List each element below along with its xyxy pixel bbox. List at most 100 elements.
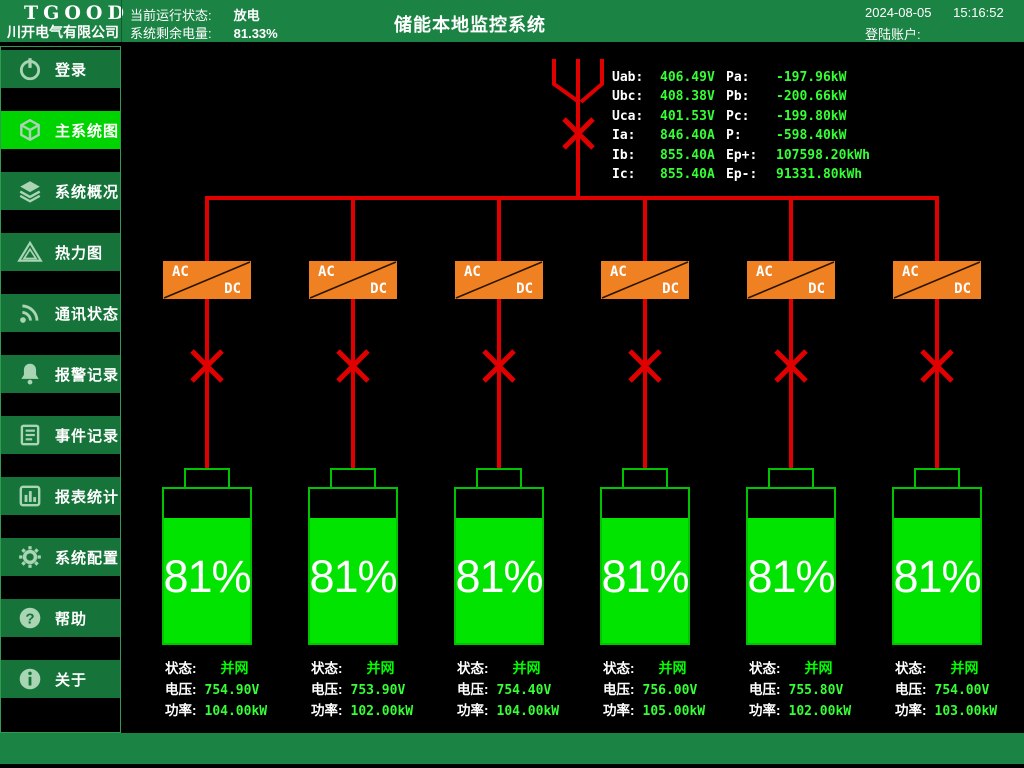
meas-value: 107598.20kWh — [776, 147, 870, 163]
run-status-value: 放电 — [233, 8, 260, 23]
battery-terminal — [914, 468, 960, 489]
battery-terminal — [622, 468, 668, 489]
converter-ac-label: AC — [318, 264, 335, 280]
stat-value: 102.00kW — [350, 704, 414, 719]
battery-gauge: 81% — [892, 487, 982, 645]
meas-label: Pa: — [726, 70, 750, 85]
sidebar-item-comm-status[interactable]: 通讯状态 — [1, 294, 120, 332]
battery-gauge: 81% — [162, 487, 252, 645]
sidebar-item-label: 帮助 — [55, 610, 88, 628]
sidebar-item-login[interactable]: 登录 — [1, 50, 120, 88]
meas-label: Ib: — [612, 147, 636, 163]
date-value: 2024-08-05 — [865, 5, 932, 20]
page-title: 储能本地监控系统 — [394, 15, 546, 35]
stat-value: 753.90V — [350, 683, 406, 698]
sidebar-item-label: 报表统计 — [55, 488, 120, 506]
sidebar-item-label: 热力图 — [55, 244, 104, 262]
meas-label: P: — [726, 128, 742, 144]
acdc-converter: AC DC — [309, 261, 397, 299]
stat-value: 104.00kW — [204, 704, 268, 719]
sidebar-item-main-diagram[interactable]: 主系统图 — [1, 111, 120, 149]
battery-terminal — [768, 468, 814, 489]
battery-stats: 状态: 并网 电压: 754.00V 功率: 103.00kW — [895, 657, 1024, 720]
converter-dc-label: DC — [662, 281, 679, 297]
stat-value: 756.00V — [642, 683, 698, 698]
gear-icon — [19, 546, 41, 568]
sidebar-item-event-records[interactable]: 事件记录 — [1, 416, 120, 454]
pyramid-icon — [17, 240, 43, 262]
converter-dc-label: DC — [370, 281, 387, 297]
stat-value: 并网 — [220, 660, 249, 676]
battery-stats: 状态: 并网 电压: 754.40V 功率: 104.00kW — [457, 657, 597, 720]
login-account-row: 登陆账户: — [865, 24, 921, 43]
run-status-label: 当前运行状态: — [130, 8, 212, 23]
stat-value: 103.00kW — [934, 704, 998, 719]
stat-value: 并网 — [804, 660, 833, 676]
system-soc-row: 系统剩余电量: 81.33% — [130, 23, 278, 42]
battery-soc-text: 81% — [893, 551, 981, 602]
company-name: 川开电气有限公司 — [7, 24, 119, 40]
stat-label: 电压: — [895, 682, 927, 697]
sidebar-item-alarm-records[interactable]: 报警记录 — [1, 355, 120, 393]
sidebar-item-about[interactable]: 关于 — [1, 660, 120, 698]
converter-dc-label: DC — [954, 281, 971, 297]
meas-label: Pb: — [726, 89, 750, 105]
converter-ac-label: AC — [610, 264, 627, 280]
meas-value: 855.40A — [660, 147, 715, 163]
stat-label: 状态: — [895, 661, 927, 676]
meas-value: 408.38V — [660, 89, 715, 105]
meas-value: -197.96kW — [776, 70, 847, 85]
stat-value: 754.40V — [496, 683, 552, 698]
stat-value: 755.80V — [788, 683, 844, 698]
converter-ac-label: AC — [464, 264, 481, 280]
header-divider — [121, 0, 122, 42]
stat-label: 电压: — [311, 682, 343, 697]
stat-label: 功率: — [749, 703, 781, 718]
battery-stats: 状态: 并网 电压: 753.90V 功率: 102.00kW — [311, 657, 451, 720]
battery-soc-text: 81% — [601, 551, 689, 602]
battery-gauge: 81% — [308, 487, 398, 645]
battery-soc-text: 81% — [747, 551, 835, 602]
stat-label: 功率: — [603, 703, 635, 718]
sidebar-item-system-overview[interactable]: 系统概况 — [1, 172, 120, 210]
stat-value: 并网 — [512, 660, 541, 676]
battery-stats: 状态: 并网 电压: 756.00V 功率: 105.00kW — [603, 657, 743, 720]
sidebar-item-heatmap[interactable]: 热力图 — [1, 233, 120, 271]
meas-label: Pc: — [726, 108, 750, 124]
bell-icon — [21, 363, 39, 385]
document-icon — [20, 424, 40, 446]
run-status-row: 当前运行状态: 放电 — [130, 5, 260, 24]
meas-label: Uab: — [612, 70, 644, 85]
login-account-label: 登陆账户: — [865, 27, 921, 42]
time-value: 15:16:52 — [953, 5, 1004, 20]
sidebar-item-help[interactable]: ? 帮助 — [1, 599, 120, 637]
stat-value: 并网 — [366, 660, 395, 676]
battery-soc-text: 81% — [309, 551, 397, 602]
acdc-converter: AC DC — [747, 261, 835, 299]
single-line-diagram: Uab: 406.49V Pa: -197.96kW Ubc: 408.38V Pb: -2… — [122, 42, 1024, 733]
battery-stats: 状态: 并网 电压: 754.90V 功率: 104.00kW — [165, 657, 305, 720]
stat-value: 并网 — [950, 660, 979, 676]
layers-icon — [19, 181, 41, 203]
diagram-wiring — [190, 59, 954, 472]
meas-value: -200.66kW — [776, 89, 847, 105]
stat-label: 状态: — [749, 661, 781, 676]
stat-label: 功率: — [165, 703, 197, 718]
stat-label: 电压: — [457, 682, 489, 697]
system-soc-value: 81.33% — [233, 26, 278, 41]
converter-dc-label: DC — [808, 281, 825, 297]
meas-label: Ep-: — [726, 167, 758, 183]
sidebar-item-label: 主系统图 — [55, 122, 120, 140]
battery-terminal — [476, 468, 522, 489]
sidebar-item-label: 登录 — [55, 61, 88, 79]
stat-label: 状态: — [457, 661, 489, 676]
meas-value: -199.80kW — [776, 108, 847, 124]
meas-label: Ic: — [612, 167, 636, 183]
sidebar-item-system-config[interactable]: 系统配置 — [1, 538, 120, 576]
battery-gauge: 81% — [746, 487, 836, 645]
battery-gauge: 81% — [454, 487, 544, 645]
sidebar-item-report-statistics[interactable]: 报表统计 — [1, 477, 120, 515]
sidebar-menu: 登录 主系统图 系统概况 热力图 通讯状态 报警记录 事件记录 报表统计 系统配… — [0, 46, 121, 733]
footer-bar — [0, 733, 1024, 764]
converter-dc-label: DC — [516, 281, 533, 297]
